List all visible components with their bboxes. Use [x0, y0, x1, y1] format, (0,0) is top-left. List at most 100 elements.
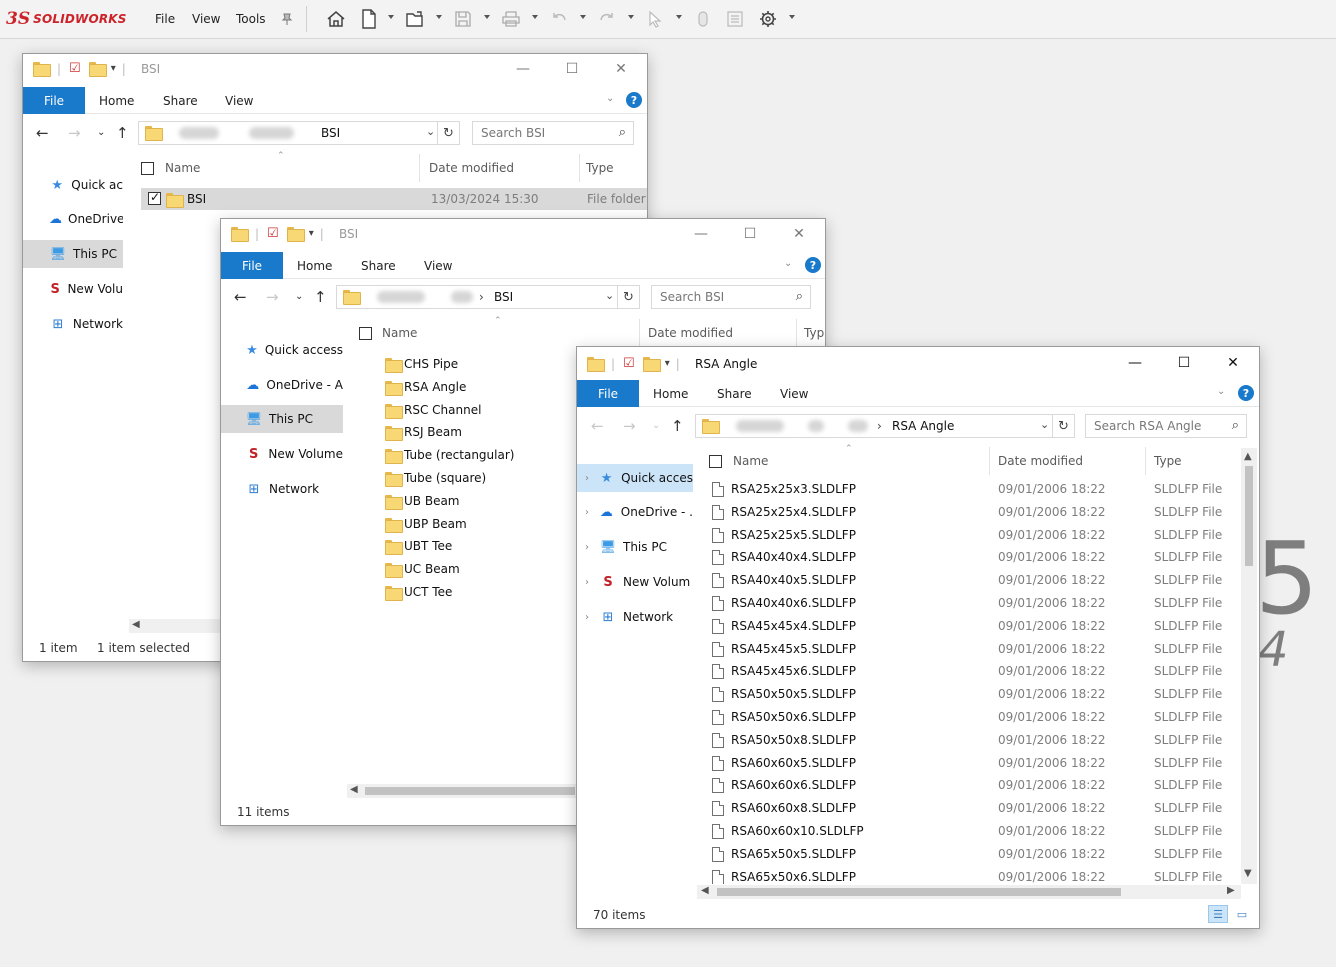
scroll-thumb[interactable] [1245, 466, 1253, 566]
expand-chevron-icon[interactable]: › [585, 507, 598, 518]
table-row[interactable]: RSA50x50x5.SLDLFP 09/01/2006 18:22 SLDLFP … [695, 683, 1241, 705]
expand-chevron-icon[interactable]: › [585, 612, 599, 623]
table-row[interactable]: RSA65x50x6.SLDLFP 09/01/2006 18:22 SLDLFP … [695, 866, 1241, 884]
up-arrow-icon[interactable]: ↑ [314, 288, 327, 306]
details-view-button[interactable]: ☰ [1208, 905, 1228, 923]
list-item[interactable]: UCT Tee [379, 581, 579, 603]
table-row[interactable]: RSA40x40x5.SLDLFP 09/01/2006 18:22 SLDLFP … [695, 569, 1241, 591]
menu-tools[interactable]: Tools [236, 12, 266, 26]
chevron-down-icon[interactable] [580, 15, 586, 19]
forward-arrow-icon[interactable]: → [623, 417, 636, 435]
nav-network[interactable]: ⊞ Network [221, 475, 343, 503]
tab-home[interactable]: Home [297, 259, 332, 273]
scroll-thumb[interactable] [365, 787, 575, 795]
column-name[interactable]: Name [733, 454, 768, 468]
scroll-left-icon[interactable]: ◀ [701, 885, 709, 896]
properties-icon[interactable]: ☑ [69, 61, 81, 76]
column-type[interactable]: Typ [804, 326, 824, 340]
maximize-button[interactable]: ☐ [549, 54, 595, 84]
scroll-thumb[interactable] [717, 888, 1121, 896]
list-item[interactable]: RSC Channel [379, 399, 579, 421]
chevron-down-icon[interactable] [484, 15, 490, 19]
address-crumb[interactable]: BSI [321, 126, 340, 140]
print-icon[interactable] [500, 8, 522, 30]
vertical-scrollbar[interactable]: ▲ ▼ [1241, 448, 1257, 884]
nav-quick-access[interactable]: › ★ Quick acces [577, 464, 693, 492]
chevron-down-icon[interactable] [676, 15, 682, 19]
column-type[interactable]: Type [1154, 454, 1182, 468]
address-dropdown-icon[interactable]: ⌄ [605, 289, 614, 302]
table-row[interactable]: RSA25x25x4.SLDLFP 09/01/2006 18:22 SLDLFP … [695, 501, 1241, 523]
rebuild-icon[interactable] [692, 8, 714, 30]
table-row[interactable]: RSA45x45x4.SLDLFP 09/01/2006 18:22 SLDLFP … [695, 615, 1241, 637]
tab-home[interactable]: Home [653, 387, 688, 401]
new-folder-icon[interactable] [88, 62, 107, 77]
forward-arrow-icon[interactable]: → [266, 288, 279, 306]
chevron-down-icon[interactable] [532, 15, 538, 19]
help-icon[interactable]: ? [626, 92, 642, 108]
table-row[interactable]: RSA50x50x8.SLDLFP 09/01/2006 18:22 SLDLFP … [695, 729, 1241, 751]
address-bar[interactable]: › RSA Angle ⌄ [695, 414, 1053, 438]
forward-arrow-icon[interactable]: → [68, 124, 81, 142]
nav-onedrive[interactable]: › ☁ OneDrive - . [577, 498, 693, 526]
new-document-icon[interactable] [358, 8, 380, 30]
column-date[interactable]: Date modified [429, 161, 514, 175]
list-item[interactable]: UBP Beam [379, 513, 579, 535]
chevron-down-icon[interactable] [628, 15, 634, 19]
minimize-button[interactable]: — [678, 219, 724, 249]
nav-new-volume[interactable]: S New Volume [221, 440, 343, 468]
close-button[interactable]: ✕ [598, 54, 644, 84]
menu-file[interactable]: File [155, 12, 175, 26]
chevron-down-icon[interactable] [388, 15, 394, 19]
table-row[interactable]: RSA60x60x6.SLDLFP 09/01/2006 18:22 SLDLFP … [695, 774, 1241, 796]
refresh-icon[interactable]: ↻ [438, 121, 460, 145]
scroll-left-icon[interactable]: ◀ [132, 619, 140, 630]
horizontal-scrollbar[interactable]: ◀ ▶ [697, 885, 1241, 899]
nav-quick-access[interactable]: ★ Quick ac [23, 171, 123, 199]
pin-icon[interactable] [276, 8, 298, 30]
nav-onedrive[interactable]: ☁ OneDrive - A [221, 371, 343, 399]
expand-ribbon-icon[interactable]: ⌄ [606, 93, 614, 104]
table-row[interactable]: RSA60x60x5.SLDLFP 09/01/2006 18:22 SLDLFP … [695, 752, 1241, 774]
list-item[interactable]: Tube (square) [379, 467, 579, 489]
table-row[interactable]: RSA65x50x5.SLDLFP 09/01/2006 18:22 SLDLFP … [695, 843, 1241, 865]
search-box[interactable]: Search BSI ⌕ [472, 121, 634, 145]
home-icon[interactable] [325, 8, 347, 30]
nav-quick-access[interactable]: ★ Quick access [221, 336, 343, 364]
table-row[interactable]: RSA25x25x3.SLDLFP 09/01/2006 18:22 SLDLFP … [695, 478, 1241, 500]
row-checkbox[interactable] [148, 190, 161, 205]
list-item[interactable]: RSJ Beam [379, 421, 579, 443]
new-folder-icon[interactable] [642, 357, 661, 372]
undo-icon[interactable] [548, 8, 570, 30]
table-row[interactable]: RSA60x60x8.SLDLFP 09/01/2006 18:22 SLDLFP … [695, 797, 1241, 819]
customize-quick-access-icon[interactable]: ▾ [665, 358, 670, 369]
scroll-down-icon[interactable]: ▼ [1244, 868, 1252, 879]
expand-chevron-icon[interactable]: › [585, 542, 599, 553]
menu-view[interactable]: View [192, 12, 220, 26]
scroll-up-icon[interactable]: ▲ [1244, 451, 1252, 462]
expand-chevron-icon[interactable]: › [585, 473, 598, 484]
help-icon[interactable]: ? [805, 257, 821, 273]
minimize-button[interactable]: — [500, 54, 546, 84]
nav-this-pc[interactable]: › 🖥 This PC [577, 533, 693, 561]
column-date[interactable]: Date modified [648, 326, 733, 340]
address-bar[interactable]: BSI ⌄ [138, 121, 438, 145]
maximize-button[interactable]: ☐ [1161, 348, 1207, 378]
horizontal-scrollbar[interactable]: ◀ [129, 619, 222, 633]
nav-network[interactable]: › ⊞ Network [577, 603, 693, 631]
search-box[interactable]: Search BSI ⌕ [651, 285, 811, 309]
scroll-right-icon[interactable]: ▶ [1227, 885, 1235, 896]
tab-view[interactable]: View [424, 259, 452, 273]
nav-onedrive[interactable]: ☁ OneDrive [23, 205, 123, 233]
list-item[interactable]: CHS Pipe [379, 353, 579, 375]
tab-view[interactable]: View [780, 387, 808, 401]
column-date[interactable]: Date modified [998, 454, 1083, 468]
tab-share[interactable]: Share [163, 94, 198, 108]
help-icon[interactable]: ? [1238, 385, 1254, 401]
recent-locations-icon[interactable]: ⌄ [652, 420, 660, 431]
table-row[interactable]: RSA45x45x5.SLDLFP 09/01/2006 18:22 SLDLFP … [695, 638, 1241, 660]
list-item[interactable]: UC Beam [379, 558, 579, 580]
minimize-button[interactable]: — [1112, 348, 1158, 378]
address-crumb[interactable]: RSA Angle [892, 419, 954, 433]
recent-locations-icon[interactable]: ⌄ [97, 127, 105, 138]
